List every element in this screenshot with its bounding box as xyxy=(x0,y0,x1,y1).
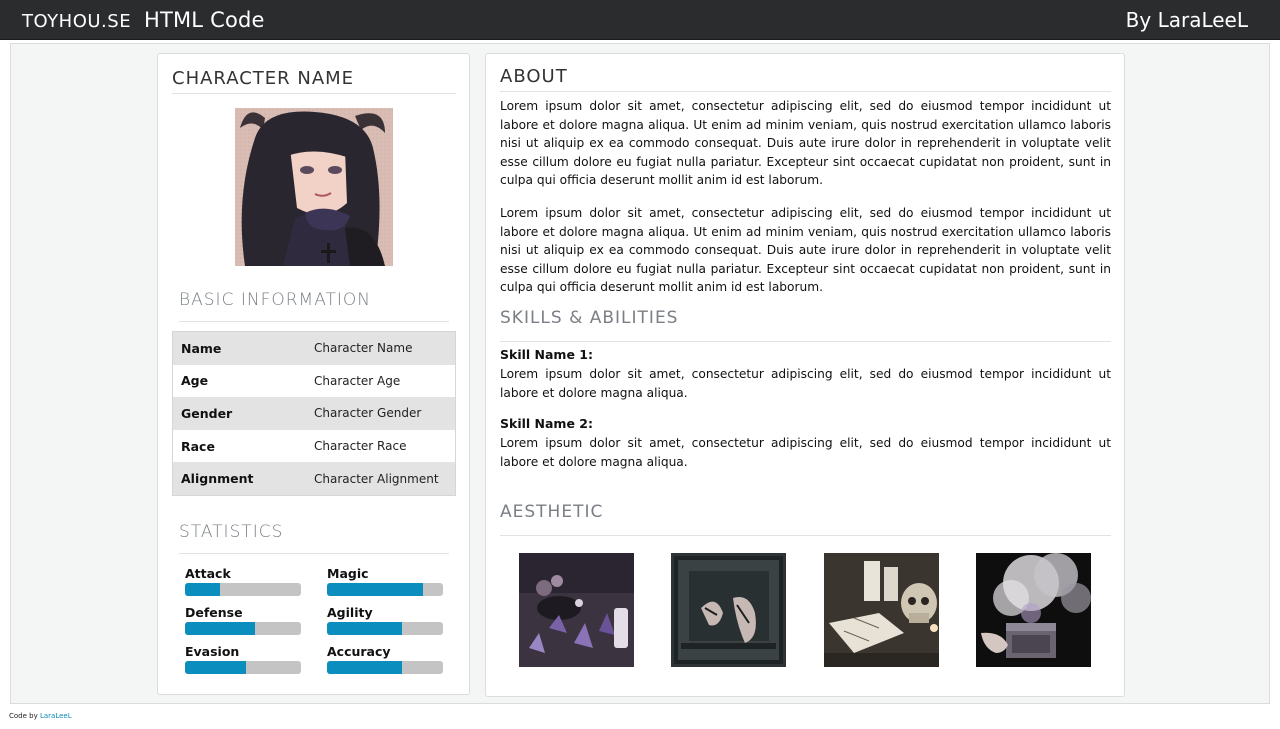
stat-accuracy: Accuracy xyxy=(327,644,445,674)
author-byline: By LaraLeeL xyxy=(1125,8,1248,32)
info-key: Alignment xyxy=(181,471,254,487)
info-value: Character Age xyxy=(314,373,401,388)
site-name: TOYHOU.SE xyxy=(22,11,132,32)
stat-label: Defense xyxy=(185,605,243,620)
stat-evasion: Evasion xyxy=(185,644,303,674)
info-value: Character Name xyxy=(314,341,413,356)
stat-label: Agility xyxy=(327,605,373,620)
skill-name: Skill Name 1: xyxy=(500,347,593,362)
info-value: Character Race xyxy=(314,439,407,454)
top-bar: TOYHOU.SE HTML Code By LaraLeeL xyxy=(0,0,1280,40)
stat-bar-track xyxy=(185,661,301,674)
aesthetic-image-crystals xyxy=(519,553,634,667)
info-key: Gender xyxy=(181,405,233,421)
stat-bar-fill xyxy=(327,583,424,596)
character-portrait xyxy=(235,108,393,266)
stat-bar-track xyxy=(327,661,443,674)
info-key: Age xyxy=(181,373,209,389)
table-row: Name Character Name xyxy=(173,332,455,365)
aesthetic-image-candles-skull xyxy=(824,553,939,667)
basic-info-table: Name Character Name Age Character Age Ge… xyxy=(172,331,456,496)
stat-attack: Attack xyxy=(185,566,303,596)
info-key: Name xyxy=(181,340,222,356)
stat-magic: Magic xyxy=(327,566,445,596)
stat-bar-fill xyxy=(185,661,247,674)
about-heading: ABOUT xyxy=(500,66,1111,92)
author-link[interactable]: LaraLeeL xyxy=(40,712,72,720)
aesthetic-image-hand xyxy=(671,553,786,667)
stat-label: Magic xyxy=(327,566,369,581)
stat-bar-fill xyxy=(327,661,403,674)
stat-bar-track xyxy=(327,583,443,596)
stat-bar-fill xyxy=(327,622,403,635)
table-row: Alignment Character Alignment xyxy=(173,462,455,495)
info-value: Character Alignment xyxy=(314,471,439,486)
about-paragraph: Lorem ipsum dolor sit amet, consectetur … xyxy=(500,206,1111,295)
skill-name: Skill Name 2: xyxy=(500,416,593,431)
page-title-text: HTML Code xyxy=(143,8,265,32)
stat-label: Attack xyxy=(185,566,231,581)
content-panel: ABOUT Lorem ipsum dolor sit amet, consec… xyxy=(485,53,1125,697)
stat-label: Evasion xyxy=(185,644,240,659)
stat-agility: Agility xyxy=(327,605,445,635)
stat-bar-track xyxy=(185,622,301,635)
footer-prefix: Code by xyxy=(9,712,38,720)
table-row: Race Character Race xyxy=(173,430,455,463)
table-row: Age Character Age xyxy=(173,365,455,398)
stat-bar-fill xyxy=(185,583,220,596)
footer-credit: Code by LaraLeeL xyxy=(9,712,72,720)
character-name-heading: CHARACTER NAME xyxy=(172,68,456,94)
skill-description: Lorem ipsum dolor sit amet, consectetur … xyxy=(500,436,1111,469)
stat-bar-fill xyxy=(185,622,255,635)
stat-bar-track xyxy=(327,622,443,635)
preview-frame: CHARACTER NAME BASIC INFORMATION Name Ch… xyxy=(10,43,1270,704)
skills-heading: SKILLS & ABILITIES xyxy=(500,308,1111,342)
page-title: TOYHOU.SE HTML Code xyxy=(22,8,265,32)
info-key: Race xyxy=(181,438,215,454)
skill-description: Lorem ipsum dolor sit amet, consectetur … xyxy=(500,367,1111,400)
info-value: Character Gender xyxy=(314,406,422,421)
stat-defense: Defense xyxy=(185,605,303,635)
aesthetic-heading: AESTHETIC xyxy=(500,502,1111,536)
stat-bar-track xyxy=(185,583,301,596)
character-sidebar: CHARACTER NAME BASIC INFORMATION Name Ch… xyxy=(157,53,470,695)
about-paragraph: Lorem ipsum dolor sit amet, consectetur … xyxy=(500,99,1111,188)
table-row: Gender Character Gender xyxy=(173,397,455,430)
stat-label: Accuracy xyxy=(327,644,391,659)
statistics-heading: STATISTICS xyxy=(179,521,449,554)
aesthetic-image-smoke-box xyxy=(976,553,1091,667)
basic-information-heading: BASIC INFORMATION xyxy=(179,289,449,322)
